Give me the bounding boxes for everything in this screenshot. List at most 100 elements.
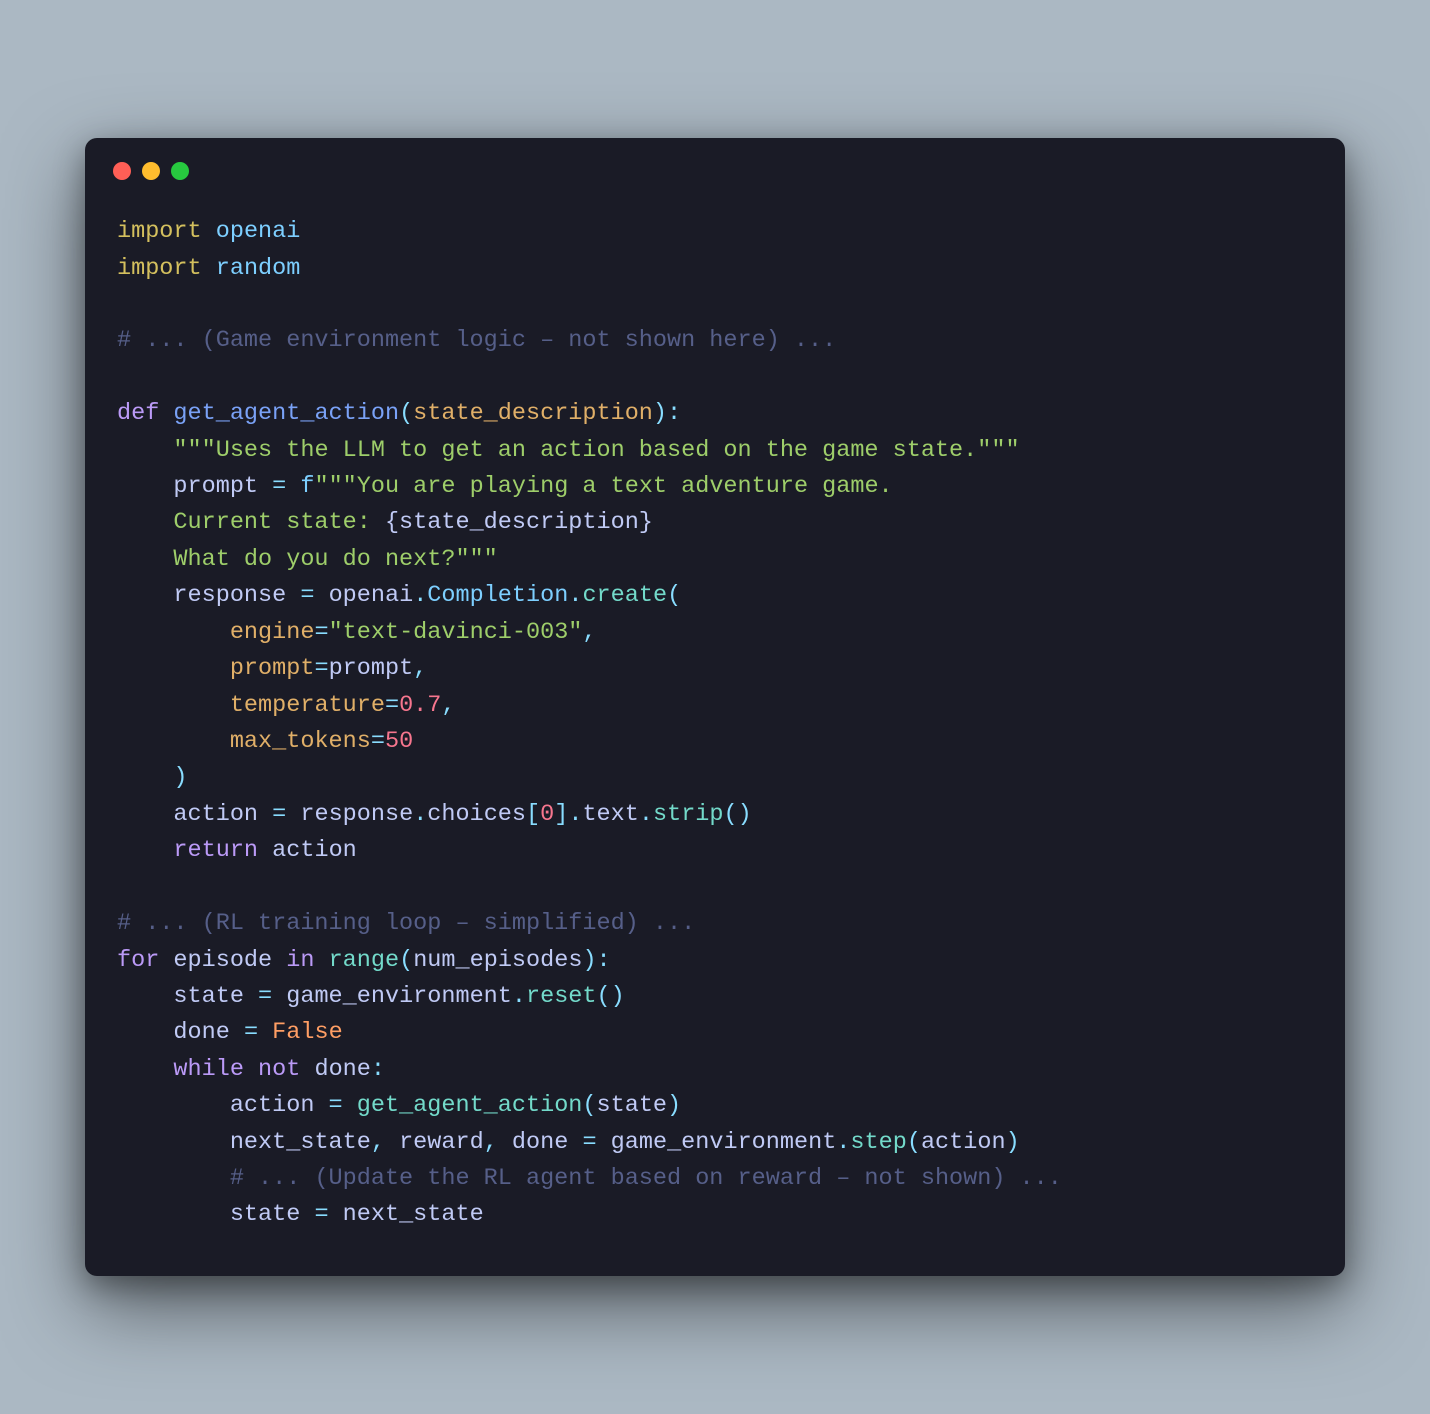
- number: 50: [385, 728, 413, 755]
- id-done: done: [314, 1056, 370, 1083]
- call-step: step: [850, 1129, 906, 1156]
- string: What do you do next?""": [117, 546, 498, 573]
- paren: ): [1006, 1129, 1020, 1156]
- var-response: response: [173, 582, 286, 609]
- comma: ,: [441, 692, 455, 719]
- paren: (: [399, 400, 413, 427]
- number: 0: [540, 801, 554, 828]
- id-state: state: [173, 983, 244, 1010]
- eq: =: [314, 619, 328, 646]
- paren: (): [597, 983, 625, 1010]
- paren: (: [582, 1092, 596, 1119]
- id-action: action: [921, 1129, 1006, 1156]
- id-state: state: [597, 1092, 668, 1119]
- call-range: range: [329, 947, 400, 974]
- eq: =: [314, 655, 328, 682]
- dot: .: [836, 1129, 850, 1156]
- comma: ,: [484, 1129, 512, 1156]
- paren: (): [724, 801, 752, 828]
- string: Current state:: [117, 509, 385, 536]
- eq: =: [314, 1092, 356, 1119]
- zoom-icon[interactable]: [171, 162, 189, 180]
- id-num-episodes: num_episodes: [413, 947, 582, 974]
- id-reward: reward: [399, 1129, 484, 1156]
- call-strip: strip: [653, 801, 724, 828]
- fstring-expr: {state_description}: [385, 509, 653, 536]
- dot: .: [568, 582, 582, 609]
- kwarg-engine: engine: [230, 619, 315, 646]
- id-next-state: next_state: [230, 1129, 371, 1156]
- code-block: import openai import random # ... (Game …: [85, 188, 1345, 1276]
- id-state: state: [230, 1201, 301, 1228]
- eq: =: [300, 1201, 342, 1228]
- comma: ,: [582, 619, 596, 646]
- paren: (: [907, 1129, 921, 1156]
- code-window: import openai import random # ... (Game …: [85, 138, 1345, 1276]
- param: state_description: [413, 400, 653, 427]
- var-action: action: [173, 801, 258, 828]
- call-get-agent-action: get_agent_action: [357, 1092, 583, 1119]
- comment: # ... (Update the RL agent based on rewa…: [230, 1165, 1062, 1192]
- dot: .: [639, 801, 653, 828]
- eq: =: [568, 1129, 610, 1156]
- var-prompt: prompt: [173, 473, 258, 500]
- id-prompt: prompt: [329, 655, 414, 682]
- close-icon[interactable]: [113, 162, 131, 180]
- kw-def: def: [117, 400, 159, 427]
- dot: .: [413, 801, 427, 828]
- paren: ): [173, 764, 187, 791]
- eq: =: [258, 473, 300, 500]
- fstring-prefix: f: [300, 473, 314, 500]
- id-action: action: [230, 1092, 315, 1119]
- bracket: ]: [554, 801, 568, 828]
- kwarg-max-tokens: max_tokens: [230, 728, 371, 755]
- string: """You are playing a text adventure game…: [314, 473, 892, 500]
- kwarg-prompt: prompt: [230, 655, 315, 682]
- minimize-icon[interactable]: [142, 162, 160, 180]
- id-completion: Completion: [427, 582, 568, 609]
- string: "text-davinci-003": [329, 619, 583, 646]
- id-done: done: [512, 1129, 568, 1156]
- dot: .: [568, 801, 582, 828]
- id-openai: openai: [329, 582, 414, 609]
- colon: :: [371, 1056, 385, 1083]
- kw-return: return: [173, 837, 258, 864]
- id-done: done: [173, 1019, 229, 1046]
- id-action: action: [272, 837, 357, 864]
- comment: # ... (Game environment logic – not show…: [117, 327, 836, 354]
- comma: ,: [371, 1129, 399, 1156]
- kw-in: in: [286, 947, 314, 974]
- eq: =: [385, 692, 399, 719]
- comment: # ... (RL training loop – simplified) ..…: [117, 910, 695, 937]
- eq: =: [371, 728, 385, 755]
- id-next-state: next_state: [343, 1201, 484, 1228]
- dot: .: [413, 582, 427, 609]
- paren: ): [667, 1092, 681, 1119]
- paren: ):: [653, 400, 681, 427]
- docstring: """Uses the LLM to get an action based o…: [173, 437, 1019, 464]
- id-game-env: game_environment: [611, 1129, 837, 1156]
- eq: =: [230, 1019, 272, 1046]
- bracket: [: [526, 801, 540, 828]
- kw-import: import: [117, 255, 202, 282]
- paren: (: [667, 582, 681, 609]
- eq: =: [286, 582, 328, 609]
- kw-not: not: [258, 1056, 300, 1083]
- comma: ,: [413, 655, 427, 682]
- id-choices: choices: [427, 801, 526, 828]
- id-response: response: [300, 801, 413, 828]
- eq: =: [244, 983, 286, 1010]
- call-create: create: [582, 582, 667, 609]
- eq: =: [258, 801, 300, 828]
- id-episode: episode: [173, 947, 272, 974]
- kw-for: for: [117, 947, 159, 974]
- dot: .: [512, 983, 526, 1010]
- fn-name: get_agent_action: [173, 400, 399, 427]
- paren: (: [399, 947, 413, 974]
- paren: ):: [582, 947, 610, 974]
- bool-false: False: [272, 1019, 343, 1046]
- id-text: text: [582, 801, 638, 828]
- id-game-env: game_environment: [286, 983, 512, 1010]
- module-random: random: [216, 255, 301, 282]
- kw-while: while: [173, 1056, 244, 1083]
